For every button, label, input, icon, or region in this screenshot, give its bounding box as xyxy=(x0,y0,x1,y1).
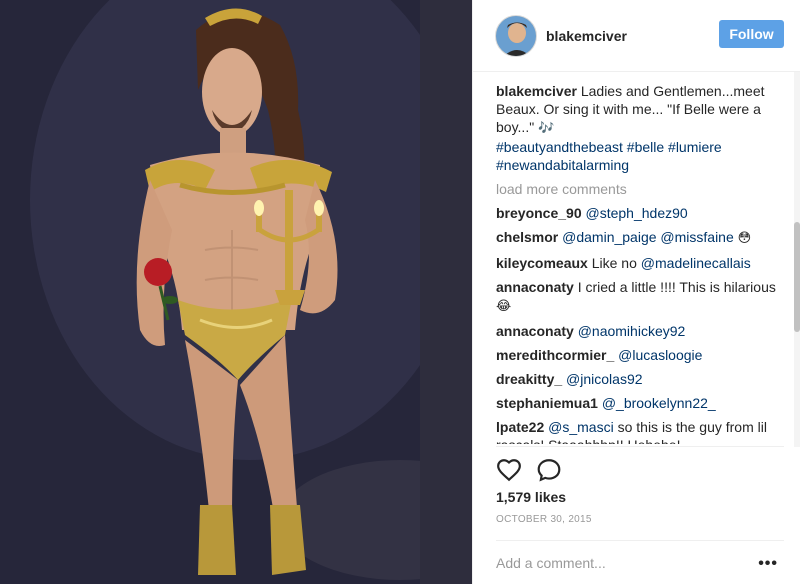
caption-hashtags[interactable]: #beautyandthebeast #belle #lumiere #newa… xyxy=(496,139,722,173)
more-options-icon[interactable]: ••• xyxy=(758,555,778,573)
avatar-image xyxy=(496,15,536,56)
comment-item: chelsmor @damin_paige @missfaine 😳 xyxy=(496,228,780,248)
add-comment-bar: ••• xyxy=(496,540,784,584)
header-username[interactable]: blakemciver xyxy=(546,28,627,44)
comment-item: lpate22 @s_masci so this is the guy from… xyxy=(496,418,780,444)
follow-button[interactable]: Follow xyxy=(719,20,784,48)
comment-item: stephaniemua1 @_brookelynn22_ xyxy=(496,394,780,412)
comment-mention[interactable]: @damin_paige @missfaine xyxy=(562,229,734,245)
music-notes-icon: 🎶 xyxy=(538,121,555,136)
comment-item: annaconaty I cried a little !!!! This is… xyxy=(496,278,780,316)
comment-text: Like no xyxy=(591,255,641,271)
comment-mention[interactable]: @s_masci xyxy=(548,419,614,435)
comment-username[interactable]: dreakitty_ xyxy=(496,371,562,387)
comment-username[interactable]: chelsmor xyxy=(496,229,558,245)
scrollbar-thumb[interactable] xyxy=(794,222,800,332)
comment-item: meredithcormier_ @lucasloogie xyxy=(496,346,780,364)
comment-mention[interactable]: @_brookelynn22_ xyxy=(602,395,716,411)
comment-item: breyonce_90 @steph_hdez90 xyxy=(496,204,780,222)
comment-mention[interactable]: @madelinecallais xyxy=(641,255,751,271)
comment-mention[interactable]: @steph_hdez90 xyxy=(586,205,688,221)
comment-mention[interactable]: @lucasloogie xyxy=(618,347,702,363)
comment-username[interactable]: kileycomeaux xyxy=(496,255,588,271)
flushed-face-icon: 😳 xyxy=(737,231,752,246)
post-header: blakemciver Follow xyxy=(473,0,800,72)
comments-list: blakemciver Ladies and Gentlemen...meet … xyxy=(496,82,780,444)
comment-username[interactable]: breyonce_90 xyxy=(496,205,582,221)
likes-count[interactable]: 1,579 likes xyxy=(496,489,566,505)
comment-item: kileycomeaux Like no @madelinecallais xyxy=(496,254,780,272)
add-comment-input[interactable] xyxy=(496,554,736,571)
comment-item: dreakitty_ @jnicolas92 xyxy=(496,370,780,388)
comments-scrollbar[interactable] xyxy=(794,72,800,447)
caption-username[interactable]: blakemciver xyxy=(496,83,577,99)
comment-username[interactable]: stephaniemua1 xyxy=(496,395,598,411)
comment-username[interactable]: annaconaty xyxy=(496,279,574,295)
comment-username[interactable]: lpate22 xyxy=(496,419,544,435)
post-details-panel: blakemciver Follow blakemciver Ladies an… xyxy=(472,0,800,584)
post-photo-illustration xyxy=(0,0,472,584)
comment-username[interactable]: meredithcormier_ xyxy=(496,347,614,363)
avatar[interactable] xyxy=(495,14,537,57)
comment-icon[interactable] xyxy=(536,457,562,483)
post-caption: blakemciver Ladies and Gentlemen...meet … xyxy=(496,82,780,174)
post-actions xyxy=(496,446,784,486)
comment-mention[interactable]: @jnicolas92 xyxy=(566,371,642,387)
comment-mention[interactable]: @naomihickey92 xyxy=(578,323,686,339)
comment-text: I cried a little !!!! This is hilarious xyxy=(577,279,776,295)
comment-username[interactable]: annaconaty xyxy=(496,323,574,339)
load-more-comments-link[interactable]: load more comments xyxy=(496,180,780,198)
comment-item: annaconaty @naomihickey92 xyxy=(496,322,780,340)
heart-icon[interactable] xyxy=(496,457,522,483)
post-date: OCTOBER 30, 2015 xyxy=(496,514,592,525)
post-photo[interactable] xyxy=(0,0,472,584)
laughing-crying-face-icon: 😂 xyxy=(496,299,512,314)
